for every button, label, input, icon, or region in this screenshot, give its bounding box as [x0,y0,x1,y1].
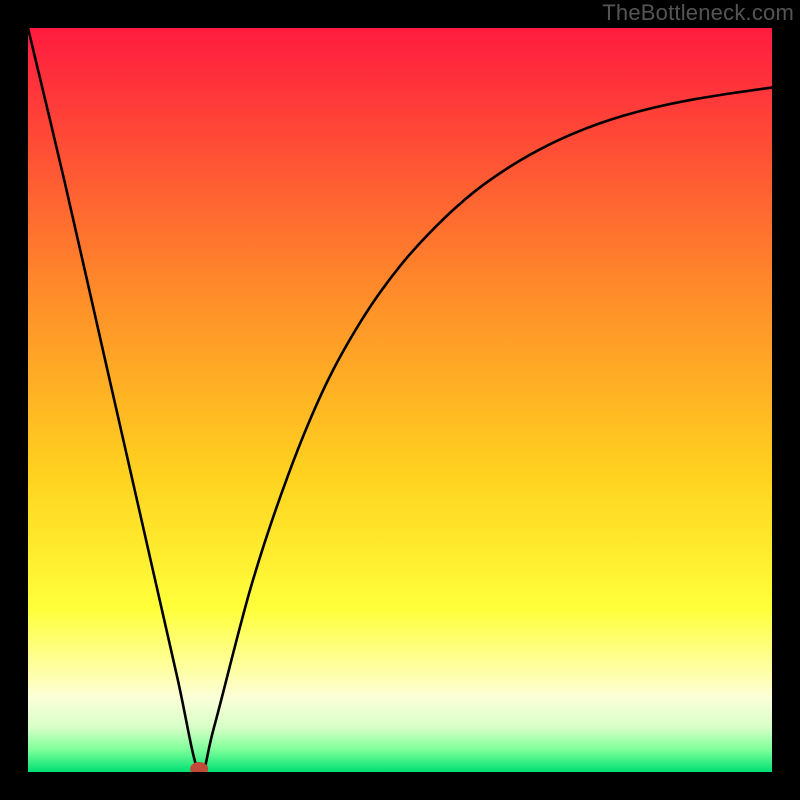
chart-frame: TheBottleneck.com [0,0,800,800]
chart-svg [28,28,772,772]
watermark-text: TheBottleneck.com [602,0,794,26]
gradient-background [28,28,772,772]
plot-area [28,28,772,772]
